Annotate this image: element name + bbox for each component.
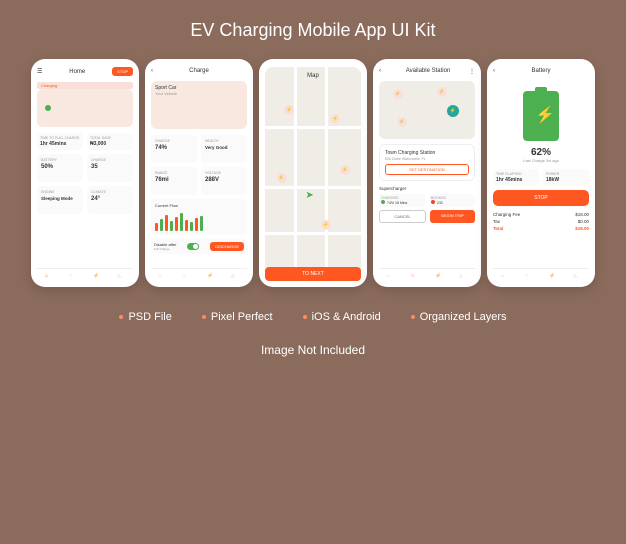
current-flow-chart: Current Flow: [151, 199, 247, 235]
bottom-nav: ⌂ ○ ⚡ △: [151, 268, 247, 281]
screen-home: ☰ Home STOP Charging TIME TO FULL CHARGE…: [31, 59, 139, 287]
vehicle-card: Sport Car Your Vehicle: [151, 81, 247, 129]
total-row: Total$18.00: [493, 226, 589, 231]
home-icon[interactable]: ⌂: [45, 273, 53, 281]
station-pin[interactable]: ⚡: [277, 173, 287, 183]
power-card: POWER 18kW: [543, 169, 589, 186]
map-view[interactable]: ⚡ ⚡ ⚡ ⚡ ⚡ ➤ Map: [265, 67, 361, 279]
page-title: Battery: [501, 68, 581, 74]
station-pin[interactable]: ⚡: [437, 87, 447, 97]
fee-row: Charging Fee$18.00: [493, 212, 589, 217]
engine-card[interactable]: ENGINE Sleeping Mode: [37, 186, 83, 214]
home-icon[interactable]: ⌂: [387, 273, 395, 281]
stop-button[interactable]: STOP: [493, 190, 589, 206]
feature-item: Pixel Perfect: [202, 311, 273, 323]
last-charge-label: Last Charge 3w ago: [493, 158, 589, 163]
footer-note: Image Not Included: [261, 343, 365, 357]
bottom-nav: ⌂ ○ ⚡ △: [37, 268, 133, 281]
feature-item: PSD File: [119, 311, 171, 323]
voltage-stat: VOLTAGE 288V: [201, 167, 247, 195]
back-icon[interactable]: ‹: [379, 67, 387, 75]
charge-stat: CHARGE 74%: [151, 135, 197, 163]
page-title: Charge: [159, 68, 239, 74]
discharge-button[interactable]: DISCHARGE: [210, 242, 244, 251]
features-list: PSD File Pixel Perfect iOS & Android Org…: [119, 311, 506, 323]
to-next-button[interactable]: TO NEXT: [265, 267, 361, 281]
car-illustration: [37, 89, 133, 127]
station-pin-active[interactable]: ⚡: [447, 105, 459, 117]
save-card: TOTAL SAVE ₦3,000: [87, 133, 133, 150]
booked-stat: BOOKED 232: [429, 194, 475, 207]
location-icon[interactable]: ○: [411, 273, 419, 281]
station-pin[interactable]: ⚡: [321, 220, 331, 230]
screen-map: ⚡ ⚡ ⚡ ⚡ ⚡ ➤ Map TO NEXT: [259, 59, 367, 287]
filter-icon[interactable]: ⋮: [469, 68, 475, 75]
bolt-icon[interactable]: ⚡: [207, 273, 215, 281]
cancel-button[interactable]: CANCEL: [379, 210, 426, 223]
location-icon[interactable]: ○: [183, 273, 191, 281]
bolt-icon[interactable]: ⚡: [549, 273, 557, 281]
climate-card[interactable]: CLIMATE 24°: [87, 186, 133, 214]
set-destination-button[interactable]: SET DESTINATION: [385, 164, 469, 175]
bottom-nav: ⌂ ○ ⚡ △: [493, 268, 589, 281]
station-pin[interactable]: ⚡: [330, 114, 340, 124]
tax-row: Tax$0.00: [493, 219, 589, 224]
station-pin[interactable]: ⚡: [340, 165, 350, 175]
toggle-switch[interactable]: [187, 243, 199, 250]
begin-trip-button[interactable]: BEGIN TRIP: [430, 210, 475, 223]
location-icon[interactable]: ○: [69, 273, 77, 281]
user-location-icon: ➤: [305, 190, 313, 201]
battery-percentage: 62%: [493, 147, 589, 158]
back-icon[interactable]: ‹: [151, 67, 159, 75]
mini-map[interactable]: ⚡ ⚡ ⚡ ⚡: [379, 81, 475, 139]
range-stat: RANGE 76mi: [151, 167, 197, 195]
screen-charge: ‹ Charge Sport Car Your Vehicle CHARGE 7…: [145, 59, 253, 287]
supercharger-label: Supercharger: [379, 186, 475, 191]
health-stat: HEALTH Very Good: [201, 135, 247, 163]
home-icon[interactable]: ⌂: [159, 273, 167, 281]
profile-icon[interactable]: △: [231, 273, 239, 281]
feature-item: Organized Layers: [411, 311, 507, 323]
time-card: TIME TO FULL CHARGE 1hr 45mins: [37, 133, 83, 150]
location-icon[interactable]: ○: [525, 273, 533, 281]
profile-icon[interactable]: △: [117, 273, 125, 281]
screen-station: ‹ Available Station ⋮ ⚡ ⚡ ⚡ ⚡ Town Charg…: [373, 59, 481, 287]
charging-badge: Charging: [37, 82, 133, 89]
station-pin[interactable]: ⚡: [284, 105, 294, 115]
station-card: Town Charging Station 826 Claire Watsonv…: [379, 144, 475, 181]
stop-button[interactable]: STOP: [112, 67, 133, 76]
home-icon[interactable]: ⌂: [501, 273, 509, 281]
bottom-nav: ⌂ ○ ⚡ △: [379, 268, 475, 281]
battery-icon: [523, 91, 559, 141]
disable-toggle-row: Disable after Full Charge DISCHARGE: [151, 239, 247, 254]
feature-item: iOS & Android: [303, 311, 381, 323]
charge-card[interactable]: CHARGE 35: [87, 154, 133, 182]
battery-card[interactable]: BATTERY 50%: [37, 154, 83, 182]
page-title: Available Station: [387, 68, 469, 74]
bolt-icon[interactable]: ⚡: [435, 273, 443, 281]
elapsed-card: TIME ELAPSED 1hr 45mins: [493, 169, 539, 186]
page-title: Home: [42, 69, 112, 75]
page-title: Map: [265, 73, 361, 79]
kit-title: EV Charging Mobile App UI Kit: [190, 20, 435, 41]
screen-battery: ‹ Battery 62% Last Charge 3w ago TIME EL…: [487, 59, 595, 287]
charged-stat: CHARGED 74% 18 Mins: [379, 194, 425, 207]
station-pin[interactable]: ⚡: [397, 117, 407, 127]
phone-mockups: ☰ Home STOP Charging TIME TO FULL CHARGE…: [31, 59, 595, 287]
station-pin[interactable]: ⚡: [393, 89, 403, 99]
back-icon[interactable]: ‹: [493, 67, 501, 75]
profile-icon[interactable]: △: [459, 273, 467, 281]
profile-icon[interactable]: △: [573, 273, 581, 281]
bolt-icon[interactable]: ⚡: [93, 273, 101, 281]
